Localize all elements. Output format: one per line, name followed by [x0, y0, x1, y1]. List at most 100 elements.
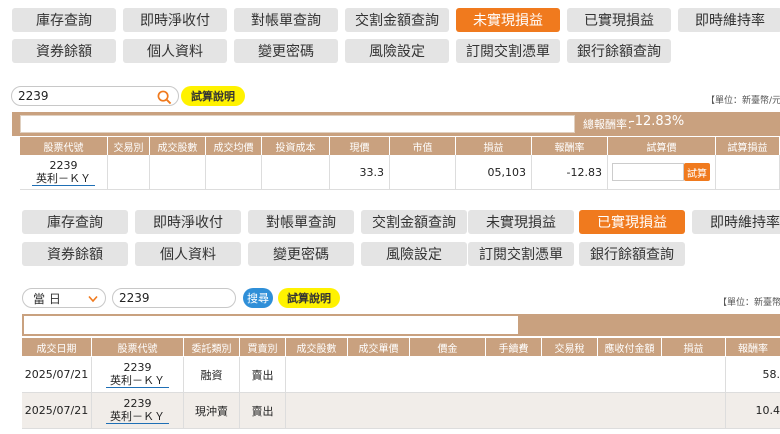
tab-maintenance-ratio[interactable]: 即時維持率	[678, 8, 780, 32]
col-stock-code: 股票代號	[92, 338, 184, 356]
tab-margin-balance[interactable]: 資券餘額	[22, 242, 128, 266]
tab-settlement-amount[interactable]: 交割金額查詢	[361, 210, 467, 234]
tab-statement[interactable]: 對帳單查詢	[234, 8, 338, 32]
stock-name[interactable]: 英利－ＫＹ	[106, 410, 169, 424]
tab-net-settlement[interactable]: 即時淨收付	[123, 8, 227, 32]
calc-price-input[interactable]	[612, 163, 684, 181]
stock-code[interactable]: 2239	[124, 361, 152, 374]
col-trade-type: 交易別	[108, 137, 150, 155]
stock-search-input[interactable]: 2239	[11, 86, 179, 106]
col-side: 買賣別	[240, 338, 286, 356]
cell-avg-price	[206, 155, 262, 189]
tab-profile[interactable]: 個人資料	[135, 242, 241, 266]
col-calc-pnl: 試算損益	[716, 137, 780, 155]
col-return: 報酬率	[532, 137, 608, 155]
period-select[interactable]: 當 日	[22, 288, 106, 308]
stock-name[interactable]: 英利－ＫＹ	[106, 374, 169, 388]
tab-settlement-amount[interactable]: 交割金額查詢	[345, 8, 449, 32]
calc-explain-button[interactable]: 試算說明	[181, 86, 245, 106]
summary-blank	[20, 115, 575, 133]
col-avg-price: 成交均價	[206, 137, 262, 155]
tab-profile[interactable]: 個人資料	[123, 39, 227, 63]
tab-realized-pnl[interactable]: 已實現損益	[579, 210, 685, 234]
period-select-value: 當 日	[33, 291, 61, 306]
cell-order-type: 現沖賣	[184, 393, 240, 428]
tab-unrealized-pnl[interactable]: 未實現損益	[456, 8, 560, 32]
cell-shares	[286, 393, 348, 428]
cell-return: -12.83	[532, 155, 608, 189]
stock-code[interactable]: 2239	[124, 397, 152, 410]
stock-code[interactable]: 2239	[50, 159, 78, 172]
realized-table-header: 成交日期 股票代號 委託類別 買賣別 成交股數 成交單價 價金 手續費 交易稅 …	[22, 338, 780, 356]
tab-margin-balance[interactable]: 資券餘額	[12, 39, 116, 63]
cell-pnl: 05,103	[456, 155, 532, 189]
tab-maintenance-ratio[interactable]: 即時維持率	[692, 210, 780, 234]
cell-amount	[410, 357, 486, 392]
tab-inventory[interactable]: 庫存查詢	[12, 8, 116, 32]
calc-button[interactable]: 試算	[684, 163, 710, 181]
tab-change-password[interactable]: 變更密碼	[234, 39, 338, 63]
cell-shares	[286, 357, 348, 392]
tab-subscribe-slip[interactable]: 訂閱交割憑單	[456, 39, 560, 63]
stock-link[interactable]: 2239 英利－ＫＹ	[92, 393, 184, 428]
cell-return: 10.4	[755, 404, 780, 417]
cell-side: 賣出	[240, 357, 286, 392]
cell-fee	[486, 357, 542, 392]
cell-order-type: 融資	[184, 357, 240, 392]
cell-shares	[150, 155, 206, 189]
cell-fee	[486, 393, 542, 428]
col-amount: 價金	[410, 338, 486, 356]
stock-name[interactable]: 英利－ＫＹ	[32, 172, 95, 186]
col-shares: 成交股數	[286, 338, 348, 356]
cell-net-amount	[598, 357, 662, 392]
total-return-value: -12.83%	[630, 114, 685, 129]
cell-date: 2025/07/21	[22, 357, 92, 392]
cell-tax	[542, 393, 598, 428]
col-market-value: 市值	[390, 137, 456, 155]
col-calc-price: 試算價	[608, 137, 716, 155]
col-pnl: 損益	[662, 338, 726, 356]
cell-calc-price: 試算	[608, 155, 716, 189]
cell-pnl	[662, 357, 726, 392]
col-unit-price: 成交單價	[348, 338, 410, 356]
col-fee: 手續費	[486, 338, 542, 356]
col-order-type: 委託類別	[184, 338, 240, 356]
tab-net-settlement[interactable]: 即時淨收付	[135, 210, 241, 234]
col-shares: 成交股數	[150, 137, 206, 155]
tab-bank-balance[interactable]: 銀行餘額查詢	[579, 242, 685, 266]
tab-unrealized-pnl[interactable]: 未實現損益	[468, 210, 574, 234]
search-button[interactable]: 搜尋	[243, 288, 273, 308]
cell-unit-price	[348, 393, 410, 428]
col-pnl: 損益	[456, 137, 532, 155]
tab-inventory[interactable]: 庫存查詢	[22, 210, 128, 234]
realized-summary-blank	[24, 316, 518, 334]
stock-link[interactable]: 2239 英利－ＫＹ	[92, 357, 184, 392]
realized-search-input[interactable]: 2239	[112, 288, 236, 308]
col-tax: 交易稅	[542, 338, 598, 356]
search-icon[interactable]	[157, 90, 172, 105]
unrealized-table-header: 股票代號 交易別 成交股數 成交均價 投資成本 現價 市值 損益 報酬率 試算價…	[20, 137, 780, 155]
tab-risk-settings[interactable]: 風險設定	[345, 39, 449, 63]
stock-link[interactable]: 2239 英利－ＫＹ	[20, 155, 108, 189]
table-row: 2025/07/21 2239 英利－ＫＹ 現沖賣 賣出 10.4	[22, 393, 780, 429]
tab-realized-pnl[interactable]: 已實現損益	[567, 8, 671, 32]
tab-statement[interactable]: 對帳單查詢	[248, 210, 354, 234]
calc-explain-button[interactable]: 試算說明	[278, 288, 340, 308]
cell-pnl	[662, 393, 726, 428]
cell-calc-pnl	[716, 155, 780, 189]
table-row: 2239 英利－ＫＹ 33.3 05,103 -12.83 試算	[20, 155, 780, 190]
cell-price: 33.3	[330, 155, 390, 189]
cell-market-value	[390, 155, 456, 189]
unit-label: 【單位：新臺幣/	[718, 298, 780, 308]
tab-subscribe-slip[interactable]: 訂閱交割憑單	[468, 242, 574, 266]
cell-unit-price	[348, 357, 410, 392]
tab-risk-settings[interactable]: 風險設定	[361, 242, 467, 266]
col-trade-date: 成交日期	[22, 338, 92, 356]
tab-bank-balance[interactable]: 銀行餘額查詢	[567, 39, 671, 63]
tab-change-password[interactable]: 變更密碼	[248, 242, 354, 266]
table-row: 2025/07/21 2239 英利－ＫＹ 融資 賣出 58.	[22, 357, 780, 393]
col-cost: 投資成本	[262, 137, 330, 155]
cell-net-amount	[598, 393, 662, 428]
cell-amount	[410, 393, 486, 428]
realized-search-value: 2239	[119, 291, 150, 305]
